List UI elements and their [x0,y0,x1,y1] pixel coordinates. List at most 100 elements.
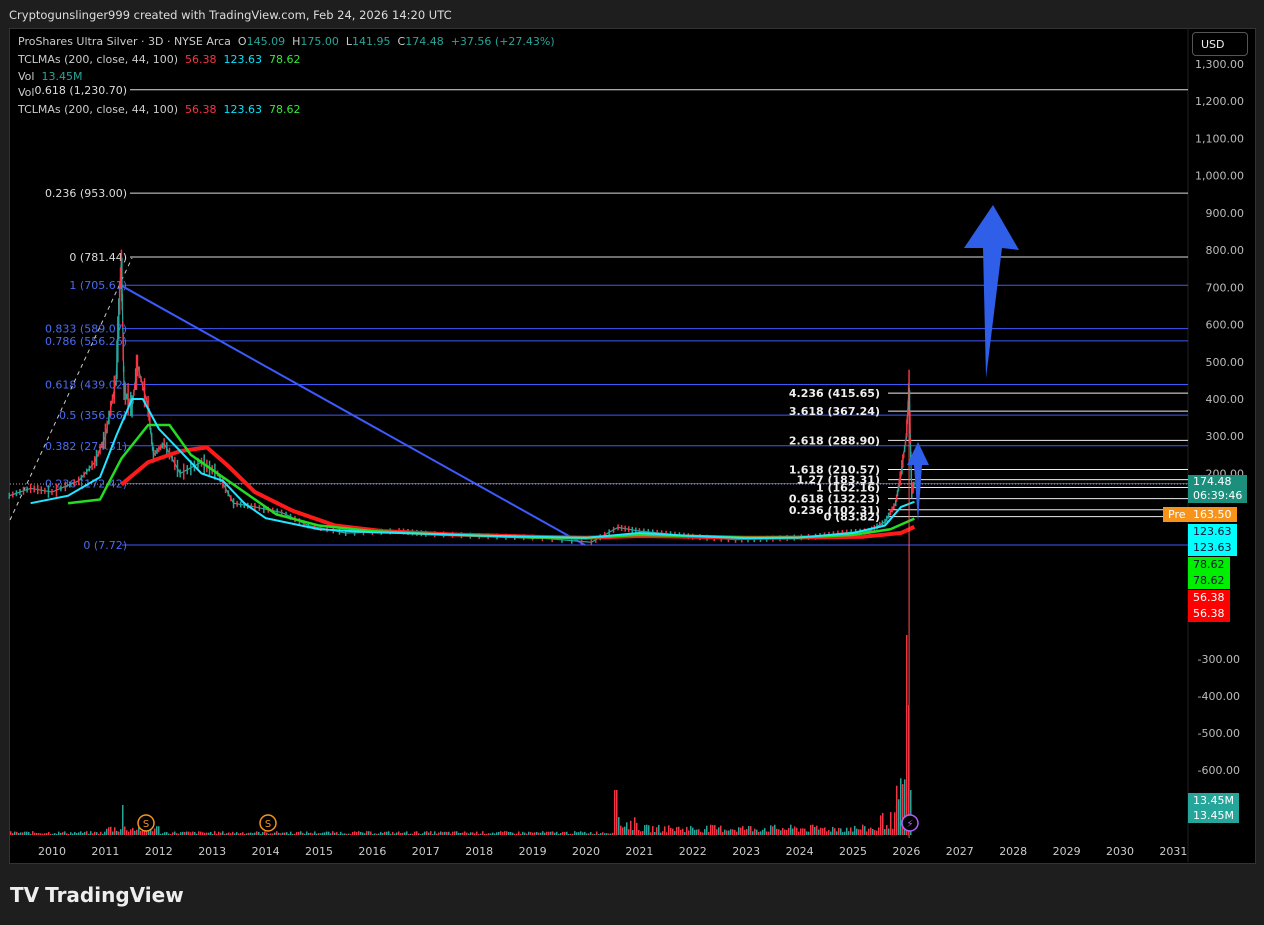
volume-bar [844,831,846,835]
volume-bar [294,833,296,835]
volume-bar [812,824,814,835]
event-icon-glyph: S [143,819,149,830]
ma-legend-2[interactable]: TCLMAs (200, close, 44, 100) 56.38 123.6… [18,103,301,116]
volume-bar [796,827,798,835]
volume-bar [176,833,178,835]
vol-label: Vol [18,86,35,99]
volume-bar [426,831,428,835]
volume-bar [414,831,416,835]
volume-bar [790,824,792,835]
ma-cyan-value: 123.63 [223,53,263,66]
volume-bar [652,826,654,835]
volume-bar [542,831,544,835]
ma-cyan-line [30,397,915,540]
volume-bar [342,833,344,835]
x-tick-label: 2014 [252,845,280,858]
volume-bar [792,828,794,835]
currency-button[interactable]: USD [1192,32,1248,56]
volume-bar [900,778,902,835]
ma-legend[interactable]: TCLMAs (200, close, 44, 100) 56.38 123.6… [18,53,301,66]
volume-bar [556,831,558,835]
volume-bar [106,828,108,835]
volume-bar [236,832,238,835]
ma-red-value: 56.38 [185,103,217,116]
volume-bar [62,832,64,835]
volume-bar [570,833,572,835]
volume-bar [224,833,226,835]
volume-bar [250,832,252,835]
volume-bar [140,830,142,835]
volume-bar [350,834,352,835]
volume-bar [668,825,670,835]
volume-bar [820,827,822,835]
fib-extension-label: 4.236 (415.65) [789,387,880,400]
volume-bar [804,828,806,835]
volume-bar [244,834,246,835]
vol-tick-label: -300.00 [1198,653,1240,666]
vol-legend[interactable]: Vol 13.45M [18,70,82,83]
volume-bar [506,831,508,835]
volume-bar [550,831,552,835]
last-price: 174.48 [1193,475,1232,488]
last-price-tag: 174.48 06:39:46 [1188,475,1248,503]
volume-bar [182,831,184,835]
x-tick-label: 2027 [946,845,974,858]
x-tick-label: 2031 [1159,845,1187,858]
volume-bar [262,832,264,835]
volume-bar [462,832,464,835]
volume-bar [650,832,652,835]
volume-bar [370,831,372,835]
volume-bar [866,831,868,835]
volume-bar [736,831,738,835]
x-tick-label: 2022 [679,845,707,858]
x-tick-label: 2028 [999,845,1027,858]
volume-bar [540,832,542,835]
volume-bar [30,833,32,835]
volume-bar [490,833,492,835]
ma-red-tag-value: 56.38 [1193,607,1225,620]
volume-bar [696,829,698,835]
volume-bar [354,831,356,835]
volume-bar [306,831,308,835]
volume-bar [688,830,690,835]
volume-tag-value: 13.45M [1193,794,1234,807]
volume-bar [630,820,632,835]
x-tick-label: 2023 [732,845,760,858]
price-chart[interactable]: 1,300.00 1,200.00 1,100.00 1,000.00 900.00 80… [0,0,1264,925]
volume-bar [874,830,876,835]
volume-bar [332,831,334,835]
volume-bar [436,833,438,835]
volume-bar [596,831,598,835]
volume-bar [218,831,220,835]
fib-level-label: 0.236 (953.00) [45,187,127,200]
volume-bar [898,799,900,835]
volume-bar [754,828,756,835]
volume-bar [834,828,836,835]
tradingview-logo-icon: 𝗧𝗩 [10,883,40,907]
volume-bar [368,831,370,835]
volume-bar [156,826,158,835]
volume-bar [606,833,608,835]
volume-bar [690,825,692,835]
volume-bar [572,833,574,835]
vol-label: Vol [18,70,35,83]
volume-bar [656,827,658,835]
volume-bar [198,831,200,835]
volume-bar [598,834,600,835]
volume-bar [68,833,70,835]
volume-bar [316,833,318,835]
volume-bar [196,833,198,835]
volume-bar [226,833,228,835]
ma-green-tag-value: 78.62 [1193,574,1225,587]
volume-bar [852,831,854,835]
vol-legend-2[interactable]: Vol [18,86,34,99]
volume-bar [756,829,758,835]
volume-bar [102,833,104,835]
volume-bar [356,832,358,835]
volume-bar [194,831,196,835]
volume-bar [90,831,92,835]
volume-bar [296,832,298,835]
volume-bar [52,833,54,835]
volume-bar [810,824,812,835]
tradingview-logo[interactable]: 𝗧𝗩 TradingView [10,883,184,907]
